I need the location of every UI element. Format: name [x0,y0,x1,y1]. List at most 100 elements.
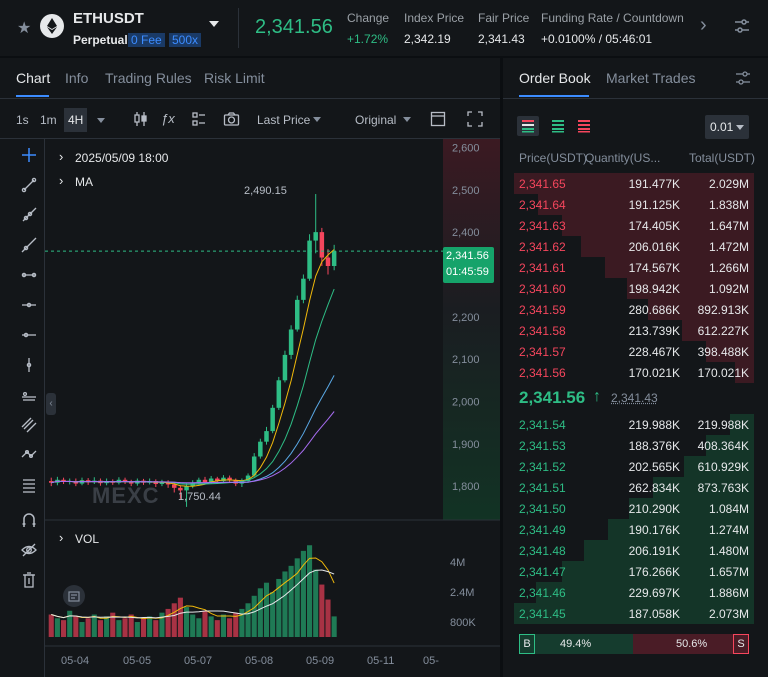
magnet-icon[interactable] [21,512,37,528]
symbol-dropdown-icon[interactable] [209,21,219,27]
tab-chart-underline [16,95,49,97]
fib-tool-icon[interactable] [21,447,37,463]
vertical-line-icon[interactable] [21,357,37,373]
bid-total: 1.480M [708,544,749,558]
price-type-dropdown-icon[interactable] [313,117,321,122]
bid-row[interactable]: 2,341.45 187.058K 2.073M [514,603,754,624]
candle-body [313,232,318,241]
precision-select[interactable]: 0.01 [705,115,749,139]
ask-row[interactable]: 2,341.65 191.477K 2.029M [514,173,754,194]
candle-body [307,240,312,279]
bid-quantity: 202.565K [628,460,680,474]
view-mode-select[interactable]: Original [355,113,396,127]
view-both-icon[interactable] [517,116,539,136]
candle-body [319,232,325,258]
layout-window-icon[interactable] [430,111,446,130]
bid-quantity: 190.176K [628,523,680,537]
bid-quantity: 229.697K [628,586,680,600]
price-range-icon[interactable] [21,387,37,403]
tab-trading-rules[interactable]: Trading Rules [105,70,192,86]
bid-price: 2,341.53 [519,439,566,453]
layout-grid-icon[interactable] [191,111,207,130]
ma-line-mid [51,288,335,485]
interval-4h[interactable]: 4H [64,108,88,132]
parallel-channel-icon[interactable] [21,417,37,433]
interval-1m[interactable]: 1m [40,113,57,127]
ask-row[interactable]: 2,341.58 213.739K 612.227K [514,320,754,341]
view-mode-dropdown-icon[interactable] [403,117,411,122]
bid-row[interactable]: 2,341.50 210.290K 1.084M [514,498,754,519]
fee-badge: 0 Fee [128,33,165,47]
ask-row[interactable]: 2,341.59 280.686K 892.913K [514,299,754,320]
bid-row[interactable]: 2,341.48 206.191K 1.480M [514,540,754,561]
bid-row[interactable]: 2,341.54 219.988K 219.988K [514,414,754,435]
vol-chevron-icon[interactable]: › [59,530,63,545]
extended-line-icon[interactable] [21,237,37,253]
candle-type-icon[interactable] [133,111,149,130]
tab-market-trades[interactable]: Market Trades [606,70,695,86]
bid-row[interactable]: 2,341.53 188.376K 408.364K [514,435,754,456]
text-lines-icon[interactable] [21,477,37,493]
chevron-right-icon[interactable]: › [700,14,707,37]
candle-body [295,299,300,330]
view-bids-icon[interactable] [547,116,569,139]
volume-bar [97,620,103,637]
view-asks-icon[interactable] [573,116,595,139]
settings-bubble-icon[interactable] [63,585,85,607]
date-tick-label: 05- [423,655,439,667]
hide-drawings-icon[interactable] [21,542,37,558]
ask-row[interactable]: 2,341.56 170.021K 170.021K [514,362,754,383]
bid-row[interactable]: 2,341.52 202.565K 610.929K [514,456,754,477]
tab-chart[interactable]: Chart [16,70,50,86]
candle-body [288,329,294,355]
vol-legend-label[interactable]: VOL [75,532,99,546]
bid-row[interactable]: 2,341.46 229.697K 1.886M [514,582,754,603]
volume-tick-label: 800K [450,617,476,629]
ma-legend-label[interactable]: MA [75,175,93,189]
bid-row[interactable]: 2,341.49 190.176K 1.274M [514,519,754,540]
orderbook-settings-icon[interactable] [735,70,751,89]
favorite-star-icon[interactable]: ★ [17,18,31,38]
horizontal-line-icon[interactable] [21,267,37,283]
ask-row[interactable]: 2,341.57 228.467K 398.488K [514,341,754,362]
settings-sliders-icon[interactable] [733,17,751,38]
ask-price: 2,341.62 [519,240,566,254]
ask-total: 2.029M [708,177,749,191]
ma-chevron-icon[interactable]: › [59,173,63,188]
trash-icon[interactable] [21,572,37,588]
ask-quantity: 213.739K [628,324,680,338]
ask-row[interactable]: 2,341.61 174.567K 1.266M [514,257,754,278]
date-tick-label: 05-09 [306,655,334,667]
buy-ratio: 49.4% [560,638,592,650]
ask-row[interactable]: 2,341.63 174.405K 1.647M [514,215,754,236]
indicator-fx-icon[interactable]: ƒx [161,111,175,126]
bid-row[interactable]: 2,341.47 176.266K 1.657M [514,561,754,582]
camera-icon[interactable] [223,111,240,130]
volume-bar [325,599,331,637]
bid-row[interactable]: 2,341.51 262.834K 873.763K [514,477,754,498]
ask-row[interactable]: 2,341.62 206.016K 1.472M [514,236,754,257]
legend-chevron-icon[interactable]: › [59,149,63,164]
horizontal-segment-icon[interactable] [21,327,37,343]
ray-line-icon[interactable] [21,207,37,223]
volume-bar [61,620,67,637]
candlestick-chart[interactable]: 2,6002,5002,4002,3002,2002,1002,0001,900… [45,139,500,677]
price-tick-label: 1,800 [452,481,480,493]
price-tick-label: 2,400 [452,227,480,239]
price-type-select[interactable]: Last Price [257,113,310,127]
symbol-name[interactable]: ETHUSDT [73,10,144,27]
fullscreen-icon[interactable] [467,111,483,130]
interval-dropdown-icon[interactable] [97,118,105,123]
ask-row[interactable]: 2,341.64 191.125K 1.838M [514,194,754,215]
interval-1s[interactable]: 1s [16,113,29,127]
volume-bar [214,620,220,637]
crosshair-icon[interactable] [21,147,37,163]
ask-row[interactable]: 2,341.60 198.942K 1.092M [514,278,754,299]
trend-line-icon[interactable] [21,177,37,193]
ob-tabs-divider [503,98,768,99]
horizontal-ray-icon[interactable] [21,297,37,313]
tab-order-book[interactable]: Order Book [519,70,591,86]
sell-ratio: 50.6% [676,638,708,650]
tab-info[interactable]: Info [65,70,88,86]
tab-risk-limit[interactable]: Risk Limit [204,70,265,86]
